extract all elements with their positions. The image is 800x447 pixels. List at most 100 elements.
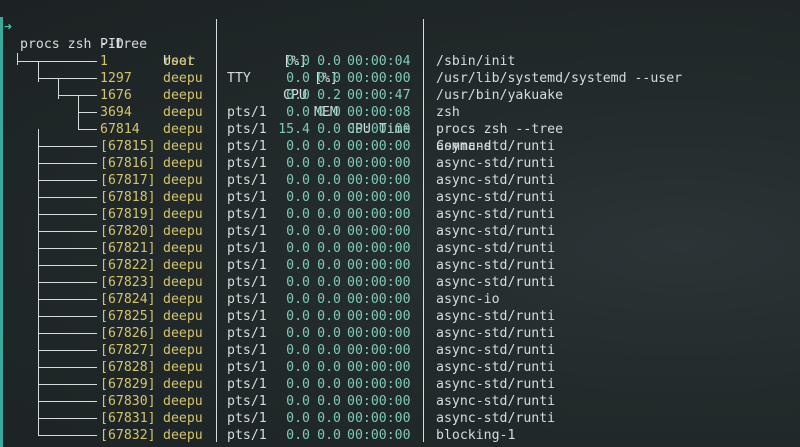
tree-branch-line bbox=[38, 146, 97, 147]
cpu-cell: 0.0 bbox=[286, 343, 310, 358]
pid-cell: [67819] bbox=[100, 207, 156, 222]
cpu-cell: 0.0 bbox=[286, 394, 310, 409]
cpu-cell: 0.0 bbox=[286, 275, 310, 290]
table-header: PID User TTY CPU MEM CPU Time Command bbox=[0, 19, 492, 154]
tree-branch-line bbox=[38, 367, 97, 368]
cpu-time-cell: 00:00:00 bbox=[347, 173, 411, 188]
cpu-cell: 0.0 bbox=[286, 292, 310, 307]
cpu-cell: 0.0 bbox=[286, 54, 310, 69]
tty-cell: pts/1 bbox=[227, 292, 267, 307]
command-cell: async-std/runti bbox=[436, 377, 556, 392]
user-cell: deepu bbox=[163, 309, 203, 324]
tree-branch-line bbox=[58, 78, 59, 95]
tree-branch-line bbox=[38, 418, 97, 419]
user-cell: deepu bbox=[163, 326, 203, 341]
tty-cell: pts/1 bbox=[227, 377, 267, 392]
pid-cell: [67825] bbox=[100, 309, 156, 324]
tty-cell: pts/1 bbox=[227, 275, 267, 290]
table-header-units: [%] [%] bbox=[0, 36, 338, 86]
user-cell: root bbox=[163, 54, 195, 69]
cpu-time-cell: 00:00:00 bbox=[347, 241, 411, 256]
mem-cell: 0.0 bbox=[317, 207, 341, 222]
cpu-time-cell: 00:00:00 bbox=[347, 139, 411, 154]
cpu-cell: 0.0 bbox=[286, 258, 310, 273]
pid-cell: [67818] bbox=[100, 190, 156, 205]
tty-cell: pts/1 bbox=[227, 309, 267, 324]
pid-cell: [67828] bbox=[100, 360, 156, 375]
cpu-time-cell: 00:00:00 bbox=[347, 190, 411, 205]
tree-branch-line bbox=[38, 197, 97, 198]
mem-cell: 0.0 bbox=[317, 275, 341, 290]
tty-cell: pts/1 bbox=[227, 122, 267, 137]
pid-cell: [67826] bbox=[100, 326, 156, 341]
prompt-command: procs zsh --tree bbox=[20, 37, 148, 52]
mem-cell: 0.0 bbox=[317, 428, 341, 443]
cpu-time-cell: 00:00:00 bbox=[347, 428, 411, 443]
pid-cell: [67820] bbox=[100, 224, 156, 239]
pid-cell: 1297 bbox=[100, 71, 132, 86]
cpu-time-cell: 00:00:00 bbox=[347, 343, 411, 358]
mem-cell: 0.0 bbox=[317, 156, 341, 171]
cpu-cell: 0.0 bbox=[286, 241, 310, 256]
command-cell: /usr/lib/systemd/systemd --user bbox=[436, 71, 683, 86]
pid-cell: [67832] bbox=[100, 428, 156, 443]
tree-branch-line bbox=[38, 316, 97, 317]
cpu-time-cell: 00:00:00 bbox=[347, 156, 411, 171]
tree-branch-line bbox=[38, 231, 97, 232]
user-cell: deepu bbox=[163, 411, 203, 426]
tree-branch-line bbox=[78, 112, 97, 113]
mem-cell: 0.0 bbox=[317, 224, 341, 239]
cpu-time-cell: 00:00:00 bbox=[347, 411, 411, 426]
command-cell: async-std/runti bbox=[436, 258, 556, 273]
command-cell: procs zsh --tree bbox=[436, 122, 564, 137]
mem-cell: 0.2 bbox=[317, 88, 341, 103]
user-cell: deepu bbox=[163, 343, 203, 358]
command-cell: async-std/runti bbox=[436, 343, 556, 358]
user-cell: deepu bbox=[163, 190, 203, 205]
user-cell: deepu bbox=[163, 275, 203, 290]
tree-branch-line bbox=[38, 61, 39, 78]
command-cell: zsh bbox=[436, 105, 460, 120]
tree-branch-line bbox=[38, 299, 97, 300]
command-cell: async-std/runti bbox=[436, 190, 556, 205]
user-cell: deepu bbox=[163, 258, 203, 273]
tree-branch-line bbox=[38, 163, 97, 164]
user-cell: deepu bbox=[163, 139, 203, 154]
pid-cell: [67823] bbox=[100, 275, 156, 290]
pid-cell: [67817] bbox=[100, 173, 156, 188]
pid-cell: [67821] bbox=[100, 241, 156, 256]
tty-cell: pts/1 bbox=[227, 394, 267, 409]
user-cell: deepu bbox=[163, 207, 203, 222]
tty-cell: pts/1 bbox=[227, 207, 267, 222]
tty-cell: pts/1 bbox=[227, 258, 267, 273]
cpu-cell: 0.0 bbox=[286, 173, 310, 188]
user-cell: deepu bbox=[163, 224, 203, 239]
pid-cell: 1676 bbox=[100, 88, 132, 103]
cpu-time-cell: 00:00:04 bbox=[347, 54, 411, 69]
mem-cell: 0.0 bbox=[317, 173, 341, 188]
mem-cell: 0.0 bbox=[317, 326, 341, 341]
cpu-cell: 0.0 bbox=[286, 71, 310, 86]
user-cell: deepu bbox=[163, 377, 203, 392]
cpu-cell: 0.0 bbox=[286, 105, 310, 120]
tty-cell: pts/1 bbox=[227, 428, 267, 443]
user-cell: deepu bbox=[163, 394, 203, 409]
cpu-cell: 0.0 bbox=[286, 411, 310, 426]
command-cell: async-std/runti bbox=[436, 411, 556, 426]
cpu-time-cell: 00:00:00 bbox=[347, 377, 411, 392]
tty-cell: pts/1 bbox=[227, 360, 267, 375]
command-cell: blocking-1 bbox=[436, 428, 516, 443]
mem-cell: 0.0 bbox=[317, 54, 341, 69]
tree-branch-line bbox=[38, 401, 97, 402]
pid-cell: 3694 bbox=[100, 105, 132, 120]
mem-cell: 0.0 bbox=[317, 394, 341, 409]
cpu-time-cell: 00:00:00 bbox=[347, 394, 411, 409]
tree-branch-line bbox=[38, 78, 97, 79]
tty-cell: pts/1 bbox=[227, 411, 267, 426]
cpu-cell: 0.0 bbox=[286, 326, 310, 341]
cpu-cell: 0.0 bbox=[286, 156, 310, 171]
tty-cell: pts/1 bbox=[227, 190, 267, 205]
cpu-time-cell: 00:00:00 bbox=[347, 71, 411, 86]
command-cell: async-std/runti bbox=[436, 241, 556, 256]
tree-branch-line bbox=[17, 61, 97, 62]
